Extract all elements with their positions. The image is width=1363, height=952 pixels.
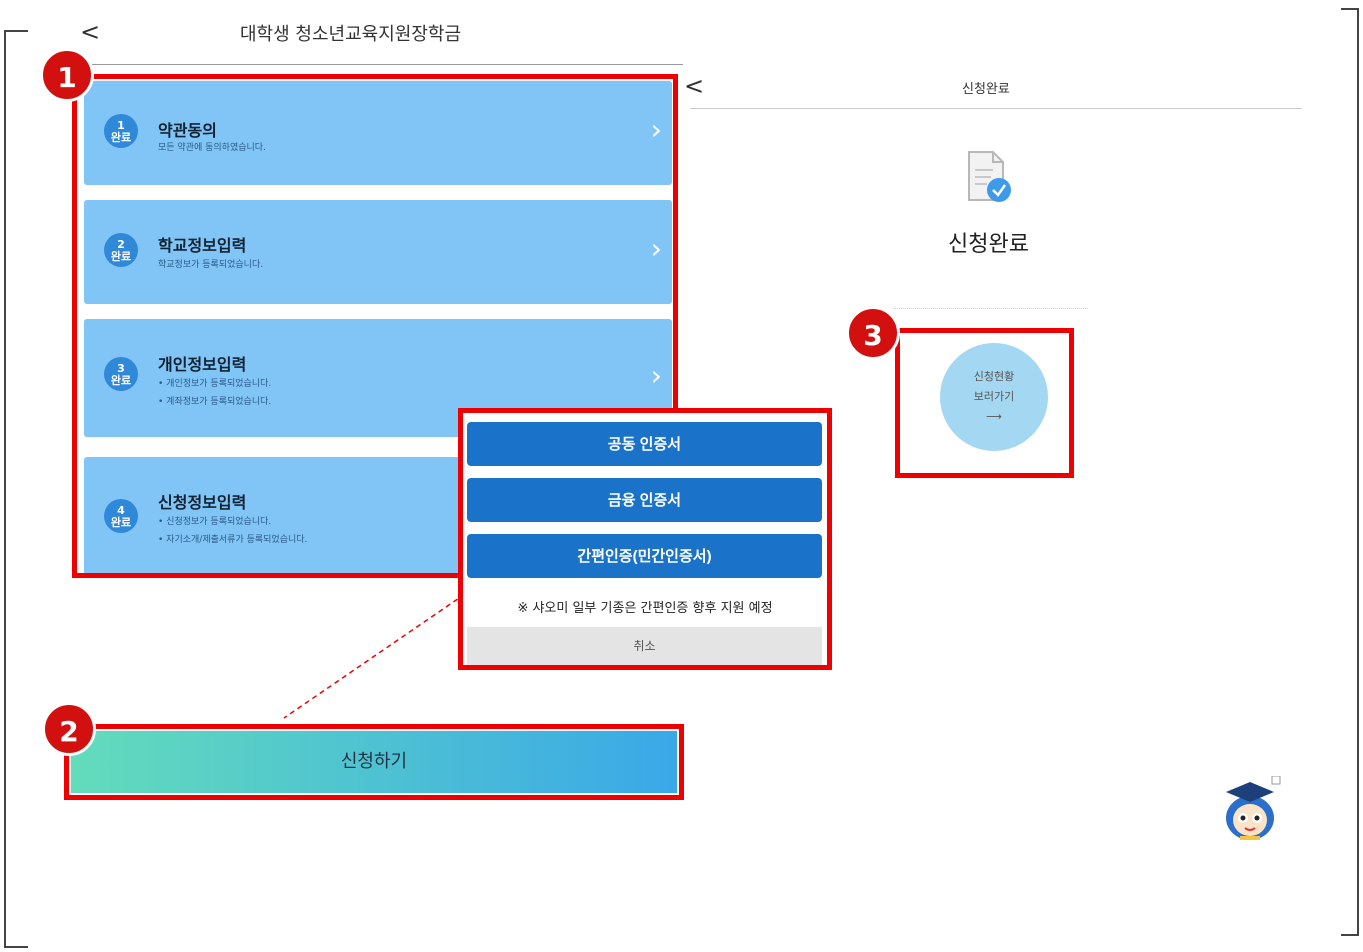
- step-badge: 1 완료: [104, 114, 138, 148]
- apply-button[interactable]: 신청하기: [71, 731, 677, 793]
- back-button-left[interactable]: <: [80, 18, 100, 46]
- step-status: 완료: [110, 250, 132, 263]
- page-title-right: 신청완료: [962, 82, 1010, 97]
- header-divider-right: [690, 108, 1302, 109]
- simple-auth-button[interactable]: 간편인증(민간인증서): [467, 534, 822, 578]
- step-item-terms[interactable]: 1 완료 약관동의 모든 약관에 동의하였습니다. ›: [84, 81, 672, 185]
- chevron-right-icon: ›: [650, 359, 662, 392]
- chevron-right-icon: ›: [650, 232, 662, 265]
- marker-3: 3: [846, 306, 900, 360]
- step-badge: 2 완료: [104, 233, 138, 267]
- page-title-left: 대학생 청소년교육지원장학금: [240, 24, 462, 45]
- step-title: 학교정보입력: [158, 236, 247, 255]
- step-status: 완료: [110, 516, 132, 529]
- arrow-right-icon: ⟶: [986, 410, 1002, 423]
- status-line-2: 보러가기: [973, 390, 1015, 403]
- joint-certificate-button[interactable]: 공동 인증서: [467, 422, 822, 466]
- cancel-button[interactable]: 취소: [467, 627, 822, 665]
- step-title: 약관동의: [158, 121, 217, 140]
- graduate-mascot-icon[interactable]: [1222, 776, 1284, 842]
- apply-highlight-box: 신청하기: [64, 724, 684, 800]
- marker-2: 2: [42, 702, 96, 756]
- step-status: 완료: [110, 374, 132, 387]
- auth-popup: 공동 인증서 금융 인증서 간편인증(민간인증서) ※ 샤오미 일부 기종은 간…: [458, 408, 832, 670]
- step-desc: • 계좌정보가 등록되었습니다.: [158, 397, 272, 407]
- chevron-right-icon: ›: [650, 113, 662, 146]
- marker-1: 1: [40, 48, 94, 102]
- dashed-connector: [283, 593, 466, 719]
- step-desc: 모든 약관에 동의하였습니다.: [158, 143, 266, 153]
- step-title: 개인정보입력: [158, 355, 247, 374]
- document-check-icon: [968, 151, 1011, 202]
- header-divider-left: [75, 64, 683, 65]
- status-highlight-box: 신청현황 보러가기 ⟶: [895, 328, 1074, 478]
- step-title: 신청정보입력: [158, 493, 247, 512]
- financial-certificate-button[interactable]: 금융 인증서: [467, 478, 822, 522]
- dotted-divider: [893, 308, 1088, 310]
- step-desc: • 개인정보가 등록되었습니다.: [158, 379, 272, 389]
- view-status-button[interactable]: 신청현황 보러가기 ⟶: [940, 343, 1048, 451]
- step-item-school[interactable]: 2 완료 학교정보입력 학교정보가 등록되었습니다. ›: [84, 200, 672, 304]
- step-desc: • 신청정보가 등록되었습니다.: [158, 517, 272, 527]
- back-button-right[interactable]: <: [684, 72, 704, 100]
- popup-note: ※ 샤오미 일부 기종은 간편인증 향후 지원 예정: [517, 601, 773, 616]
- completion-title: 신청완료: [948, 232, 1029, 257]
- frame-bracket-left: [4, 30, 28, 948]
- status-line-1: 신청현황: [973, 370, 1015, 383]
- step-status: 완료: [110, 131, 132, 144]
- step-desc: • 자기소개/제출서류가 등록되었습니다.: [158, 535, 308, 545]
- step-badge: 4 완료: [104, 499, 138, 533]
- step-desc: 학교정보가 등록되었습니다.: [158, 260, 264, 270]
- frame-bracket-right: [1341, 8, 1359, 936]
- step-badge: 3 완료: [104, 357, 138, 391]
